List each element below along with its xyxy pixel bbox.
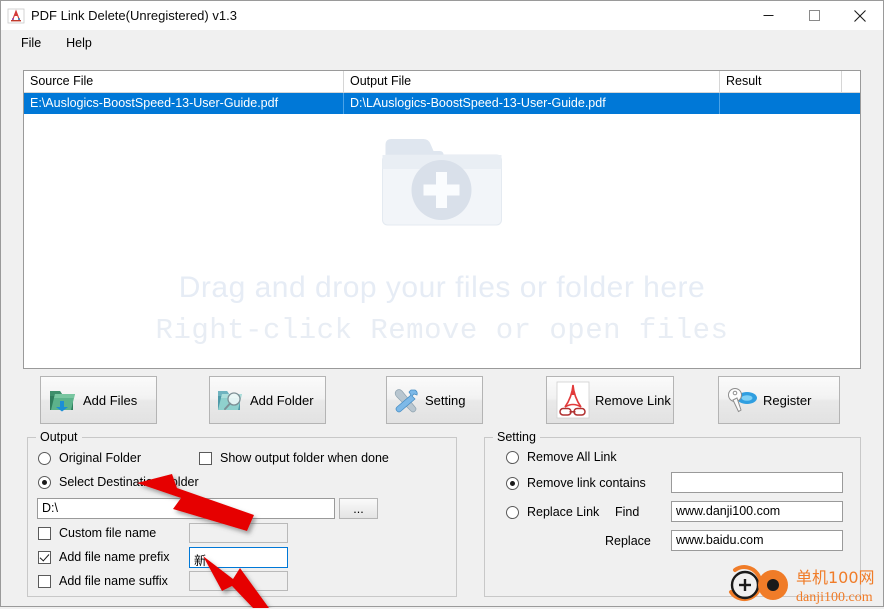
cell-source-file: E:\Auslogics-BoostSpeed-13-User-Guide.pd… xyxy=(24,93,344,114)
register-button[interactable]: Register xyxy=(718,376,840,424)
drop-zone-line-1: Drag and drop your files or folder here xyxy=(178,271,706,304)
cell-result xyxy=(720,93,842,114)
tools-wrench-hammer-icon xyxy=(387,385,425,415)
close-button[interactable] xyxy=(837,1,883,30)
folder-search-icon xyxy=(210,385,250,415)
replace-label: Replace xyxy=(605,534,651,548)
column-header-output-file[interactable]: Output File xyxy=(344,71,720,93)
radio-replace-link-label: Replace Link xyxy=(527,505,600,519)
output-group: Output Original Folder Show output folde… xyxy=(27,430,457,597)
checkbox-add-prefix-indicator[interactable] xyxy=(38,550,51,564)
add-folder-label: Add Folder xyxy=(250,392,314,408)
add-folder-button[interactable]: Add Folder xyxy=(209,376,326,424)
radio-replace-link[interactable]: Replace Link xyxy=(506,505,599,519)
replace-input[interactable]: www.baidu.com xyxy=(671,530,843,551)
table-row[interactable]: E:\Auslogics-BoostSpeed-13-User-Guide.pd… xyxy=(24,93,860,114)
menu-item-help[interactable]: Help xyxy=(56,33,102,53)
browse-destination-button[interactable]: ... xyxy=(339,498,378,519)
file-list[interactable]: Source File Output File Result E:\Auslog… xyxy=(23,70,861,369)
radio-select-destination-indicator[interactable] xyxy=(38,475,51,489)
checkbox-add-suffix-indicator[interactable] xyxy=(38,574,51,588)
title-bar: PDF Link Delete(Unregistered) v1.3 xyxy=(1,1,883,30)
drop-zone: Drag and drop your files or folder here … xyxy=(24,93,860,368)
radio-remove-all-link-label: Remove All Link xyxy=(527,450,617,464)
checkbox-add-prefix-label: Add file name prefix xyxy=(59,550,170,564)
folder-add-files-icon xyxy=(41,385,83,415)
toolbar: Add Files Add Folder Setting Remove Link… xyxy=(23,376,861,424)
register-label: Register xyxy=(763,392,812,408)
radio-remove-link-contains[interactable]: Remove link contains xyxy=(506,476,646,490)
radio-replace-link-indicator[interactable] xyxy=(506,505,519,519)
add-prefix-input[interactable]: 新 xyxy=(189,547,288,568)
minimize-button[interactable] xyxy=(745,1,791,30)
add-files-label: Add Files xyxy=(83,392,138,408)
checkbox-add-suffix-label: Add file name suffix xyxy=(59,574,168,588)
add-files-button[interactable]: Add Files xyxy=(40,376,157,424)
watermark-url-text: danji100.com xyxy=(796,590,873,605)
pdf-remove-link-icon xyxy=(547,381,595,419)
maximize-button[interactable] xyxy=(791,1,837,30)
app-window: PDF Link Delete(Unregistered) v1.3 File … xyxy=(0,0,884,608)
folder-add-icon xyxy=(380,131,505,234)
key-icon xyxy=(719,385,763,415)
remove-link-label: Remove Link xyxy=(595,392,671,408)
column-header-filler xyxy=(842,71,860,93)
checkbox-show-output-folder-indicator[interactable] xyxy=(199,451,212,465)
checkbox-show-output-folder-label: Show output folder when done xyxy=(220,451,389,465)
pdf-app-icon xyxy=(7,7,25,25)
find-label: Find xyxy=(615,505,640,519)
setting-label: Setting xyxy=(425,392,466,408)
window-controls xyxy=(745,1,883,30)
drop-zone-line-2: Right-click Remove or open files xyxy=(155,314,729,347)
column-header-source-file[interactable]: Source File xyxy=(24,71,344,93)
menu-item-file[interactable]: File xyxy=(11,33,51,53)
setting-group-title: Setting xyxy=(493,430,540,444)
radio-original-folder[interactable]: Original Folder xyxy=(38,451,141,465)
remove-link-button[interactable]: Remove Link xyxy=(546,376,674,424)
remove-link-contains-input[interactable] xyxy=(671,472,843,493)
checkbox-show-output-folder[interactable]: Show output folder when done xyxy=(199,451,389,465)
radio-original-folder-label: Original Folder xyxy=(59,451,141,465)
checkbox-custom-file-name[interactable]: Custom file name xyxy=(38,526,156,540)
output-group-title: Output xyxy=(36,430,82,444)
checkbox-custom-file-name-label: Custom file name xyxy=(59,526,157,540)
radio-remove-all-link[interactable]: Remove All Link xyxy=(506,450,617,464)
cell-output-file: D:\LAuslogics-BoostSpeed-13-User-Guide.p… xyxy=(344,93,720,114)
add-suffix-input[interactable] xyxy=(189,571,288,591)
checkbox-add-suffix[interactable]: Add file name suffix xyxy=(38,574,168,588)
destination-path-input[interactable]: D:\ xyxy=(37,498,335,519)
radio-remove-link-contains-label: Remove link contains xyxy=(527,476,646,490)
checkbox-custom-file-name-indicator[interactable] xyxy=(38,526,51,540)
window-title: PDF Link Delete(Unregistered) v1.3 xyxy=(31,8,237,23)
radio-select-destination[interactable]: Select Destination Folder xyxy=(38,475,199,489)
custom-file-name-input[interactable] xyxy=(189,523,288,543)
checkbox-add-prefix[interactable]: Add file name prefix xyxy=(38,550,169,564)
find-input[interactable]: www.danji100.com xyxy=(671,501,843,522)
column-header-result[interactable]: Result xyxy=(720,71,842,93)
setting-button[interactable]: Setting xyxy=(386,376,483,424)
site-watermark: 单机100网 danji100.com xyxy=(723,564,883,606)
menu-bar: File Help xyxy=(1,30,883,55)
watermark-cn-text: 单机100网 xyxy=(796,568,875,587)
radio-remove-link-contains-indicator[interactable] xyxy=(506,476,519,490)
radio-select-destination-label: Select Destination Folder xyxy=(59,475,199,489)
file-list-header: Source File Output File Result xyxy=(24,71,860,93)
radio-remove-all-link-indicator[interactable] xyxy=(506,450,519,464)
radio-original-folder-indicator[interactable] xyxy=(38,451,51,465)
